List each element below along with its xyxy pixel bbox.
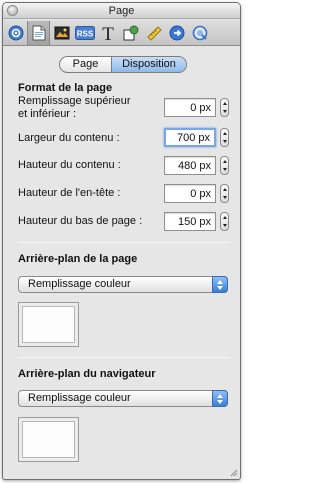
page-background-fill-popup[interactable]: Remplissage couleur — [18, 276, 228, 293]
page-background-color-well[interactable] — [18, 302, 79, 347]
footer-height-stepper[interactable] — [220, 212, 229, 231]
page-icon — [32, 25, 45, 40]
shapes-icon — [123, 25, 138, 40]
top-bottom-padding-label-line2: et inférieur : — [18, 108, 77, 120]
title-bar[interactable]: Page — [3, 3, 240, 19]
text-icon: T — [102, 24, 114, 42]
content-height-label: Hauteur du contenu : — [18, 159, 121, 171]
header-height-label: Hauteur de l'en-tête : — [18, 187, 121, 199]
footer-height-label: Hauteur du bas de page : — [18, 215, 143, 227]
inspector-tab-button[interactable] — [4, 21, 27, 45]
browser-background-title: Arrière-plan du navigateur — [18, 368, 156, 380]
top-bottom-padding-label-line1: Remplissage supérieur — [18, 95, 131, 107]
footer-height-input[interactable] — [164, 212, 216, 231]
quicktime-icon — [192, 25, 207, 40]
quicktime-tab-button[interactable] — [188, 21, 211, 45]
close-button[interactable] — [7, 5, 18, 16]
browser-background-fill-value: Remplissage couleur — [28, 392, 131, 404]
page-background-fill-value: Remplissage couleur — [28, 278, 131, 290]
format-section-title: Format de la page — [18, 82, 113, 94]
resize-grip-icon[interactable] — [229, 468, 238, 477]
inspector-icon — [8, 25, 23, 40]
content-height-stepper[interactable] — [220, 156, 229, 175]
svg-text:RSS: RSS — [76, 29, 93, 38]
tab-page[interactable]: Page — [60, 57, 112, 72]
svg-text:T: T — [102, 24, 114, 42]
section-divider — [18, 357, 230, 358]
rss-tab-button[interactable]: RSS — [73, 21, 96, 45]
layout-tab-button[interactable] — [50, 21, 73, 45]
top-bottom-padding-stepper[interactable] — [220, 98, 229, 117]
ruler-icon — [146, 25, 162, 41]
browser-background-color-well[interactable] — [18, 417, 79, 462]
shapes-tab-button[interactable] — [119, 21, 142, 45]
header-height-input[interactable] — [164, 184, 216, 203]
links-tab-button[interactable] — [165, 21, 188, 45]
popup-arrows-icon — [212, 390, 228, 407]
section-divider — [18, 242, 230, 243]
top-bottom-padding-input[interactable] — [164, 98, 216, 117]
content-width-label: Largeur du contenu : — [18, 132, 120, 144]
header-height-stepper[interactable] — [220, 184, 229, 203]
top-bottom-padding-label: Remplissage supérieur et inférieur : — [18, 95, 131, 121]
inspector-window: Page RSS T Page Disposition Format de la… — [2, 2, 241, 480]
inspector-toolbar: RSS T — [3, 20, 240, 46]
popup-arrows-icon — [212, 276, 228, 293]
text-tab-button[interactable]: T — [96, 21, 119, 45]
layout-icon — [54, 26, 69, 39]
tab-segmented-control: Page Disposition — [59, 56, 187, 73]
metrics-tab-button[interactable] — [142, 21, 165, 45]
content-width-stepper[interactable] — [220, 128, 229, 147]
rss-icon: RSS — [74, 25, 95, 40]
browser-background-fill-popup[interactable]: Remplissage couleur — [18, 390, 228, 407]
disposition-panel: Page Disposition Format de la page Rempl… — [3, 47, 240, 479]
links-icon — [169, 25, 184, 40]
tab-disposition[interactable]: Disposition — [112, 57, 186, 72]
content-width-input[interactable] — [164, 128, 216, 147]
window-title: Page — [108, 5, 135, 17]
page-background-title: Arrière-plan de la page — [18, 253, 138, 265]
page-tab-button[interactable] — [27, 20, 50, 45]
content-height-input[interactable] — [164, 156, 216, 175]
